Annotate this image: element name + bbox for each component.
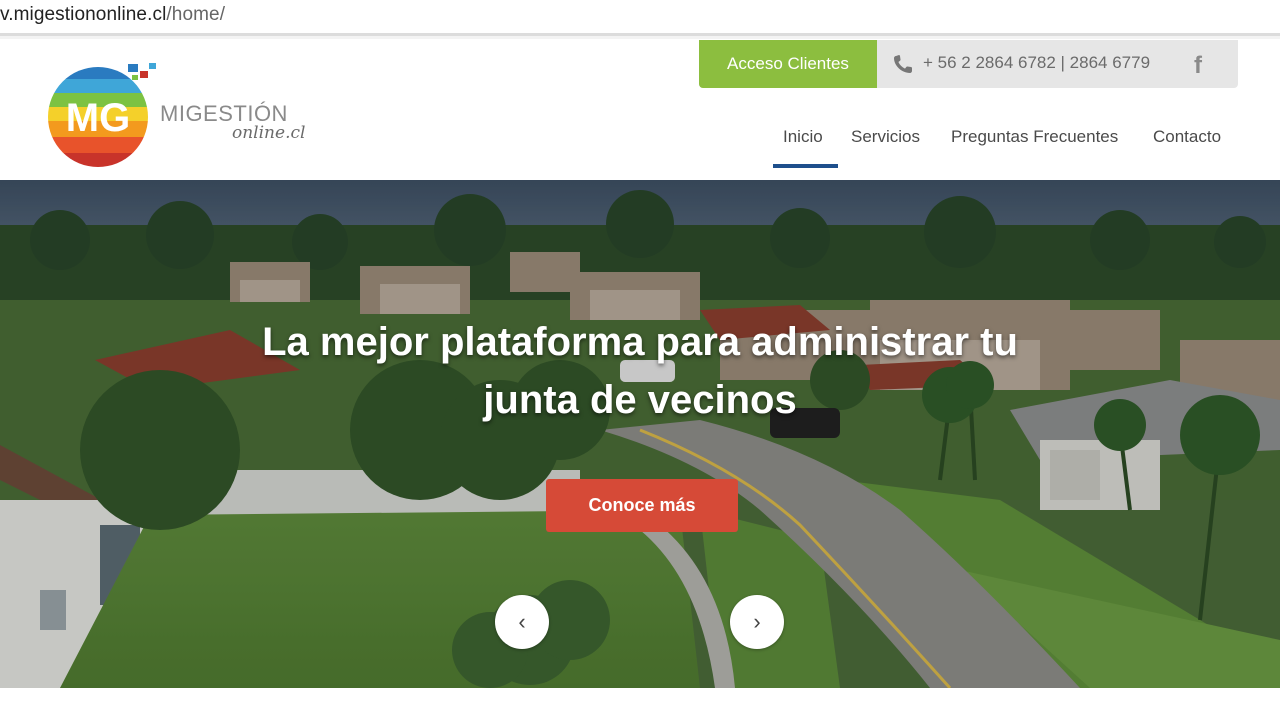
logo-monogram: MG [66, 96, 130, 140]
facebook-icon[interactable]: f [1194, 52, 1202, 80]
site-header: MG MIGESTIÓN online.cl Acceso Clientes +… [0, 39, 1280, 180]
below-hero-area [0, 688, 1280, 720]
phone-icon [894, 55, 912, 73]
logo-emblem: MG [48, 63, 156, 167]
hero-title-line2: junta de vecinos [483, 378, 797, 422]
nav-item-servicios[interactable]: Servicios [851, 127, 920, 157]
nav-item-preguntas-frecuentes[interactable]: Preguntas Frecuentes [951, 127, 1118, 157]
phone-numbers[interactable]: + 56 2 2864 6782 | 2864 6779 [923, 53, 1150, 73]
url-path: /home/ [166, 4, 226, 25]
contact-topbar: Acceso Clientes + 56 2 2864 6782 | 2864 … [699, 40, 1238, 88]
url-domain: v.migestiononline.cl [0, 4, 167, 25]
chevron-left-icon: ‹ [518, 609, 526, 634]
address-url[interactable]: v.migestiononline.cl/home/ [0, 4, 225, 26]
logo-brand-line2: online.cl [232, 123, 306, 143]
hero-background-image [0, 180, 1280, 688]
hero-title-line1: La mejor plataforma para administrar tu [262, 320, 1018, 364]
nav-item-contacto[interactable]: Contacto [1153, 127, 1221, 157]
site-logo[interactable]: MG MIGESTIÓN online.cl [46, 61, 326, 171]
slider-prev-button[interactable]: ‹ [495, 595, 549, 649]
client-access-button[interactable]: Acceso Clientes [699, 40, 877, 88]
nav-item-inicio[interactable]: Inicio [783, 127, 823, 157]
browser-address-bar[interactable]: v.migestiononline.cl/home/ [0, 0, 1280, 33]
learn-more-button[interactable]: Conoce más [546, 479, 738, 532]
slider-next-button[interactable]: › [730, 595, 784, 649]
hero-title: La mejor plataforma para administrar tu … [0, 313, 1280, 429]
chevron-right-icon: › [753, 609, 761, 634]
hero-slider: La mejor plataforma para administrar tu … [0, 180, 1280, 688]
nav-active-indicator [773, 164, 838, 168]
